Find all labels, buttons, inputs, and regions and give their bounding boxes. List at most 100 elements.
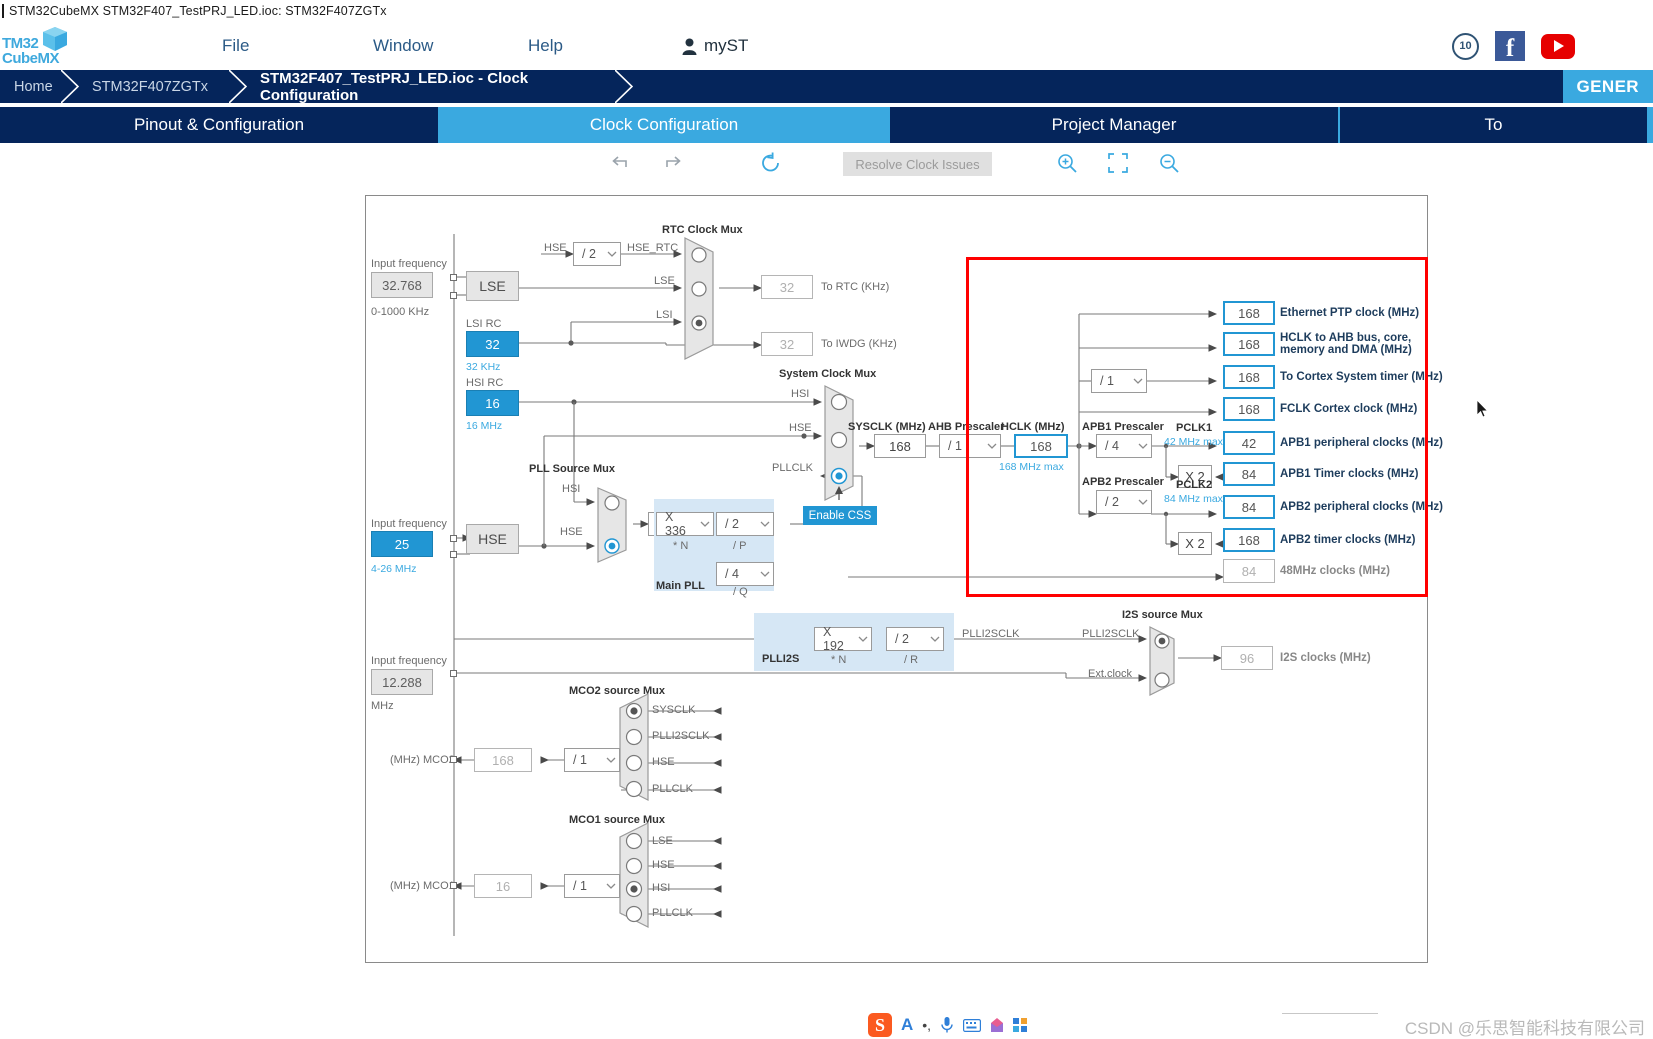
chevron-down-icon [603, 749, 619, 771]
myst-account-button[interactable]: myST [682, 22, 748, 70]
output-apb1-peripheral-value[interactable]: 42 [1223, 431, 1275, 455]
ime-mode-label[interactable]: A [901, 1015, 913, 1035]
system-clock-mux[interactable] [823, 384, 863, 502]
sys-mux-hsi-label: HSI [791, 388, 810, 400]
plli2s-r-combo[interactable]: / 2 [886, 627, 944, 651]
apps-icon[interactable] [1013, 1018, 1028, 1032]
menu-file[interactable]: File [222, 22, 249, 70]
hse-port-bottom [450, 551, 457, 558]
i2s-mux-extclock-label: Ext.clock [1088, 668, 1133, 680]
resolve-clock-issues-button[interactable]: Resolve Clock Issues [843, 152, 992, 176]
pll-n-multiplier-combo[interactable]: X 336 [656, 510, 714, 538]
myst-label: myST [704, 36, 749, 55]
youtube-icon[interactable] [1541, 33, 1575, 59]
tab-clock-configuration[interactable]: Clock Configuration [440, 107, 890, 143]
zoom-out-icon[interactable] [1158, 152, 1180, 174]
clock-toolbar [0, 143, 1653, 185]
output-apb1-timer-label: APB1 Timer clocks (MHz) [1280, 468, 1419, 480]
mco1-divider-combo[interactable]: / 1 [564, 874, 620, 898]
lse-port-bottom [450, 292, 457, 299]
hclk-value-field[interactable]: 168 [1014, 434, 1068, 458]
rtc-hse-divider-combo[interactable]: / 2 [573, 242, 621, 266]
output-apb1-timer-value[interactable]: 84 [1223, 462, 1275, 486]
chevron-down-icon [603, 875, 619, 897]
chevron-down-icon [1135, 491, 1151, 513]
pll-n-label: * N [673, 540, 689, 552]
mco2-src-plli2sclk-label: PLLI2SCLK [652, 730, 710, 742]
chevron-down-icon [757, 563, 773, 585]
pll-p-value: / 2 [725, 517, 739, 531]
breadcrumb-label: STM32F407_TestPRJ_LED.ioc - Clock Config… [260, 69, 529, 104]
output-apb2-peripheral-label: APB2 peripheral clocks (MHz) [1280, 501, 1443, 513]
tab-project-manager[interactable]: Project Manager [890, 107, 1340, 143]
fit-to-screen-icon[interactable] [1107, 152, 1129, 174]
hse-oscillator-block[interactable]: HSE [466, 524, 519, 554]
lse-input-frequency-field[interactable]: 32.768 [371, 272, 433, 298]
chevron-down-icon [1135, 435, 1151, 457]
to-rtc-value: 32 [761, 275, 813, 299]
pclk1-max-label: 42 MHz max [1164, 436, 1223, 448]
apb2-prescaler-value: / 2 [1105, 495, 1119, 509]
breadcrumb-item-device[interactable]: STM32F407ZGTx [78, 70, 247, 103]
output-hclk-ahb-value[interactable]: 168 [1223, 332, 1275, 356]
keyboard-icon[interactable] [963, 1018, 982, 1032]
menu-help[interactable]: Help [528, 22, 563, 70]
ahb-prescaler-combo[interactable]: / 1 [939, 434, 1001, 458]
microphone-icon[interactable] [940, 1016, 954, 1034]
sysclk-value-field[interactable]: 168 [874, 434, 926, 458]
window-title: STM32CubeMX STM32F407_TestPRJ_LED.ioc: S… [9, 3, 387, 18]
menu-window[interactable]: Window [373, 22, 433, 70]
clock-diagram-canvas[interactable]: Input frequency 32.768 0-1000 KHz LSE LS… [365, 195, 1443, 963]
cortex-systick-divider-combo[interactable]: / 1 [1091, 369, 1147, 393]
refresh-icon[interactable] [760, 152, 782, 174]
mco2-divider-combo[interactable]: / 1 [564, 748, 620, 772]
pll-source-mux[interactable] [596, 486, 634, 564]
pll-source-mux-title: PLL Source Mux [529, 463, 615, 475]
generate-code-button[interactable]: GENER [1562, 70, 1653, 103]
to-iwdg-value: 32 [761, 332, 813, 356]
lsi-value-field[interactable]: 32 [466, 331, 519, 357]
lse-port-top [450, 274, 457, 281]
enable-css-button[interactable]: Enable CSS [803, 506, 877, 525]
chevron-down-icon [1130, 370, 1146, 392]
ahb-prescaler-label: AHB Prescaler [928, 421, 1005, 433]
ime-punctuation-label[interactable]: •, [922, 1017, 931, 1033]
chevron-down-icon [697, 513, 713, 535]
output-ethernet-ptp-value[interactable]: 168 [1223, 301, 1275, 325]
apb1-prescaler-combo[interactable]: / 4 [1096, 434, 1152, 458]
hse-input-frequency-field[interactable]: 25 [371, 531, 433, 557]
rtc-clock-mux[interactable] [683, 236, 721, 361]
lse-oscillator-block[interactable]: LSE [466, 271, 519, 301]
tab-tools[interactable]: To [1340, 107, 1649, 143]
cortex-systick-divider-value: / 1 [1100, 374, 1114, 388]
apb1-prescaler-label: APB1 Prescaler [1082, 421, 1164, 433]
sogou-logo-icon[interactable]: S [868, 1013, 892, 1037]
i2s-input-frequency-field[interactable]: 12.288 [371, 669, 433, 695]
zoom-in-icon[interactable] [1056, 152, 1078, 174]
i2s-mux-plli2sclk-label: PLLI2SCLK [1082, 628, 1140, 640]
mco2-source-mux[interactable] [614, 692, 652, 802]
redo-icon[interactable] [661, 152, 683, 174]
undo-icon[interactable] [610, 152, 632, 174]
output-apb2-timer-value[interactable]: 168 [1223, 528, 1275, 552]
pll-q-divider-combo[interactable]: / 4 [716, 562, 774, 586]
plli2s-n-combo[interactable]: X 192 [814, 625, 872, 653]
breadcrumb-item-current[interactable]: STM32F407_TestPRJ_LED.ioc - Clock Config… [246, 69, 633, 104]
breadcrumb-item-home[interactable]: Home [0, 70, 79, 103]
chevron-right-icon [615, 70, 633, 103]
pll-p-divider-combo[interactable]: / 2 [716, 512, 774, 536]
output-fclk-cortex-value[interactable]: 168 [1223, 397, 1275, 421]
output-apb2-peripheral-value[interactable]: 84 [1223, 495, 1275, 519]
pclk1-label: PCLK1 [1176, 422, 1213, 434]
tab-pinout-configuration[interactable]: Pinout & Configuration [0, 107, 440, 143]
apb2-prescaler-combo[interactable]: / 2 [1096, 490, 1152, 514]
ime-toolbar[interactable]: S A •, [868, 1012, 1028, 1038]
hclk-max-label: 168 MHz max [999, 461, 1064, 473]
hsi-value-field[interactable]: 16 [466, 390, 519, 416]
output-cortex-systimer-value[interactable]: 168 [1223, 365, 1275, 389]
sys-mux-hse-label: HSE [789, 422, 812, 434]
facebook-icon[interactable]: f [1495, 31, 1525, 61]
ten-years-badge-icon: 10 [1452, 32, 1479, 60]
i2s-source-mux[interactable] [1148, 625, 1182, 697]
toolbox-icon[interactable] [990, 1017, 1004, 1033]
